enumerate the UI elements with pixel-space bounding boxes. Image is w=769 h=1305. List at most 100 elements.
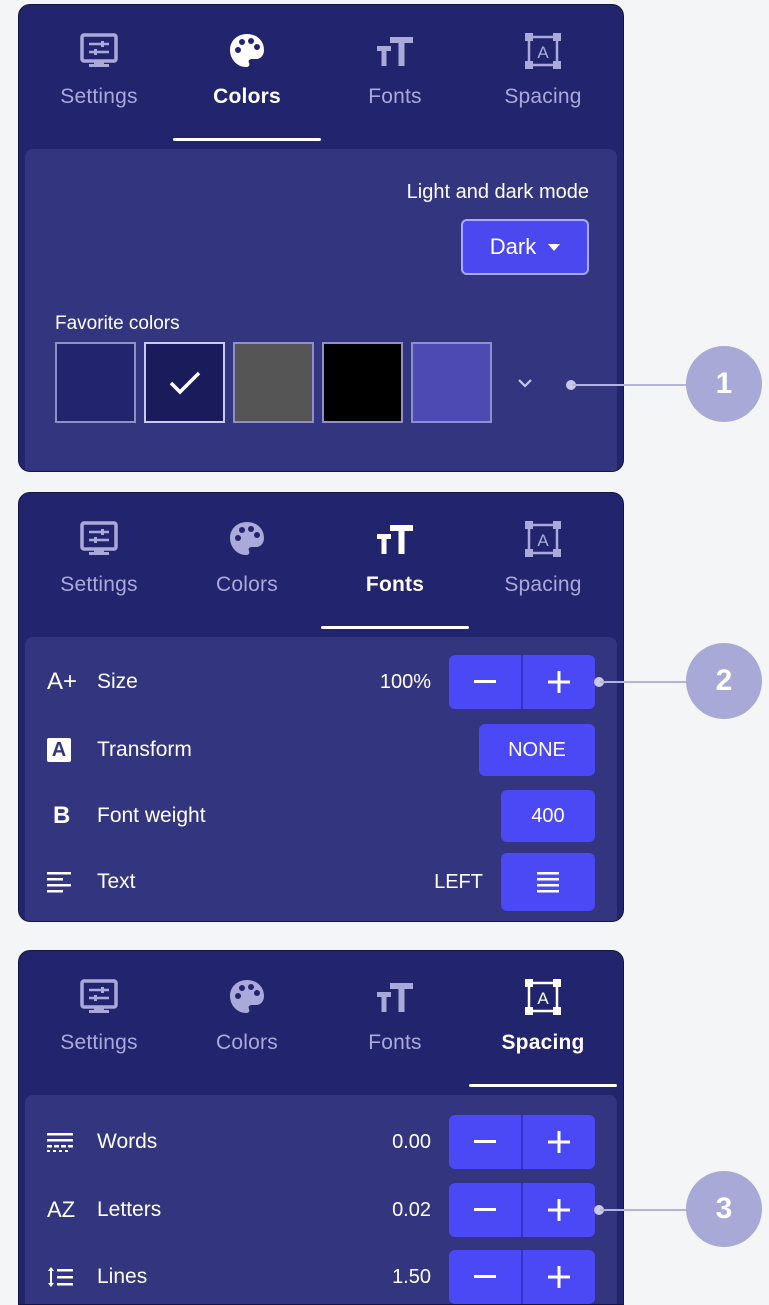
- mode-dropdown-value: Dark: [489, 234, 537, 259]
- more-colors-button[interactable]: [511, 369, 539, 397]
- font-weight-label: Font weight: [97, 804, 206, 827]
- color-swatch[interactable]: [411, 342, 492, 423]
- tab-fonts[interactable]: Fonts: [321, 493, 469, 633]
- callout-line: [572, 384, 688, 386]
- tab-spacing-label: Spacing: [501, 1031, 585, 1054]
- tab-fonts-label: Fonts: [365, 573, 425, 596]
- word-spacing-value: 0.00: [392, 1130, 431, 1153]
- word-spacing-stepper: [449, 1115, 595, 1169]
- palette-icon: [227, 977, 267, 1017]
- spacing-frame-icon: A: [523, 31, 563, 71]
- callout-line: [600, 1209, 690, 1211]
- font-size-stepper: [449, 655, 595, 709]
- spacing-frame-icon: A: [523, 977, 563, 1017]
- svg-text:A: A: [537, 989, 549, 1008]
- tab-spacing-label: Spacing: [504, 85, 582, 108]
- tab-settings-label: Settings: [60, 85, 138, 108]
- bold-icon: B: [53, 802, 71, 829]
- settings-monitor-icon: [79, 31, 119, 71]
- callout-badge: 1: [686, 346, 762, 422]
- tab-settings[interactable]: Settings: [25, 5, 173, 145]
- favorite-color-swatches: [55, 342, 492, 423]
- text-align-label: Text: [97, 870, 136, 893]
- chevron-down-icon: [518, 379, 532, 388]
- line-spacing-stepper: [449, 1250, 595, 1304]
- decrease-button[interactable]: [449, 1250, 521, 1304]
- font-size-value: 100%: [379, 670, 431, 693]
- callout-badge: 2: [686, 643, 762, 719]
- spacing-panel: Settings Colors Fonts A Spacing Words 0.…: [18, 950, 624, 1305]
- line-spacing-label: Lines: [97, 1265, 148, 1288]
- transform-button[interactable]: NONE: [479, 724, 595, 776]
- plus-icon: [548, 1266, 570, 1288]
- font-weight-row: B Font weight 400: [47, 789, 595, 843]
- decrease-button[interactable]: [449, 1115, 521, 1169]
- word-spacing-row: Words 0.00: [47, 1115, 595, 1169]
- align-justify-icon: [537, 872, 559, 893]
- increase-button[interactable]: [521, 1250, 595, 1304]
- increase-button[interactable]: [521, 1183, 595, 1237]
- font-size-icon: A+: [47, 668, 78, 695]
- plus-icon: [548, 671, 570, 693]
- tab-settings[interactable]: Settings: [25, 493, 173, 633]
- align-left-icon: [47, 871, 83, 893]
- tab-colors-label: Colors: [213, 85, 281, 108]
- transform-icon: A: [47, 738, 83, 762]
- word-spacing-icon: [47, 1132, 83, 1152]
- spacing-body: Words 0.00 AZ Letters 0.02 Lines 1.50: [25, 1095, 617, 1304]
- letter-spacing-icon: AZ: [47, 1197, 76, 1222]
- minus-icon: [474, 1140, 496, 1143]
- settings-monitor-icon: [79, 519, 119, 559]
- minus-icon: [474, 1208, 496, 1211]
- tab-fonts[interactable]: Fonts: [321, 5, 469, 145]
- colors-body: Light and dark mode Dark Favorite colors: [25, 149, 617, 471]
- color-swatch[interactable]: [322, 342, 403, 423]
- letter-spacing-label: Letters: [97, 1198, 162, 1221]
- settings-monitor-icon: [79, 977, 119, 1017]
- tab-spacing[interactable]: A Spacing: [469, 5, 617, 145]
- text-size-icon: [375, 519, 415, 559]
- tab-spacing[interactable]: A Spacing: [469, 493, 617, 633]
- tab-fonts-label: Fonts: [368, 85, 422, 108]
- line-spacing-row: Lines 1.50: [47, 1250, 595, 1304]
- letter-spacing-row: AZ Letters 0.02: [47, 1183, 595, 1237]
- tab-fonts[interactable]: Fonts: [321, 951, 469, 1091]
- color-swatch-selected[interactable]: [144, 342, 225, 423]
- tab-bar: Settings Colors Fonts A Spacing: [19, 5, 623, 145]
- spacing-frame-icon: A: [523, 519, 563, 559]
- mode-dropdown[interactable]: Dark: [461, 219, 589, 275]
- word-spacing-label: Words: [97, 1130, 158, 1153]
- tab-colors[interactable]: Colors: [173, 5, 321, 145]
- font-weight-button[interactable]: 400: [501, 790, 595, 842]
- tab-spacing-label: Spacing: [504, 573, 582, 596]
- increase-button[interactable]: [521, 1115, 595, 1169]
- decrease-button[interactable]: [449, 655, 521, 709]
- line-spacing-value: 1.50: [392, 1265, 431, 1288]
- caret-down-icon: [548, 243, 561, 251]
- minus-icon: [474, 680, 496, 683]
- text-align-value: LEFT: [434, 870, 483, 893]
- color-swatch[interactable]: [55, 342, 136, 423]
- tab-settings[interactable]: Settings: [25, 951, 173, 1091]
- minus-icon: [474, 1275, 496, 1278]
- palette-icon: [227, 519, 267, 559]
- tab-colors[interactable]: Colors: [173, 493, 321, 633]
- tab-spacing[interactable]: A Spacing: [469, 951, 617, 1091]
- font-size-label: Size: [97, 670, 138, 693]
- callout-badge: 3: [686, 1171, 762, 1247]
- tab-bar: Settings Colors Fonts A Spacing: [19, 951, 623, 1091]
- tab-colors-label: Colors: [216, 573, 278, 596]
- text-align-row: Text LEFT: [47, 853, 595, 911]
- font-size-row: A+ Size 100%: [47, 655, 595, 709]
- text-align-button[interactable]: [501, 853, 595, 911]
- palette-icon: [227, 31, 267, 71]
- mode-label: Light and dark mode: [406, 181, 589, 203]
- fonts-body: A+ Size 100% A Transform NONE B Font wei…: [25, 637, 617, 921]
- text-size-icon: [375, 31, 415, 71]
- tab-colors[interactable]: Colors: [173, 951, 321, 1091]
- colors-panel: Settings Colors Fonts A Spacing Light an…: [18, 4, 624, 472]
- decrease-button[interactable]: [449, 1183, 521, 1237]
- plus-icon: [548, 1199, 570, 1221]
- color-swatch[interactable]: [233, 342, 314, 423]
- increase-button[interactable]: [521, 655, 595, 709]
